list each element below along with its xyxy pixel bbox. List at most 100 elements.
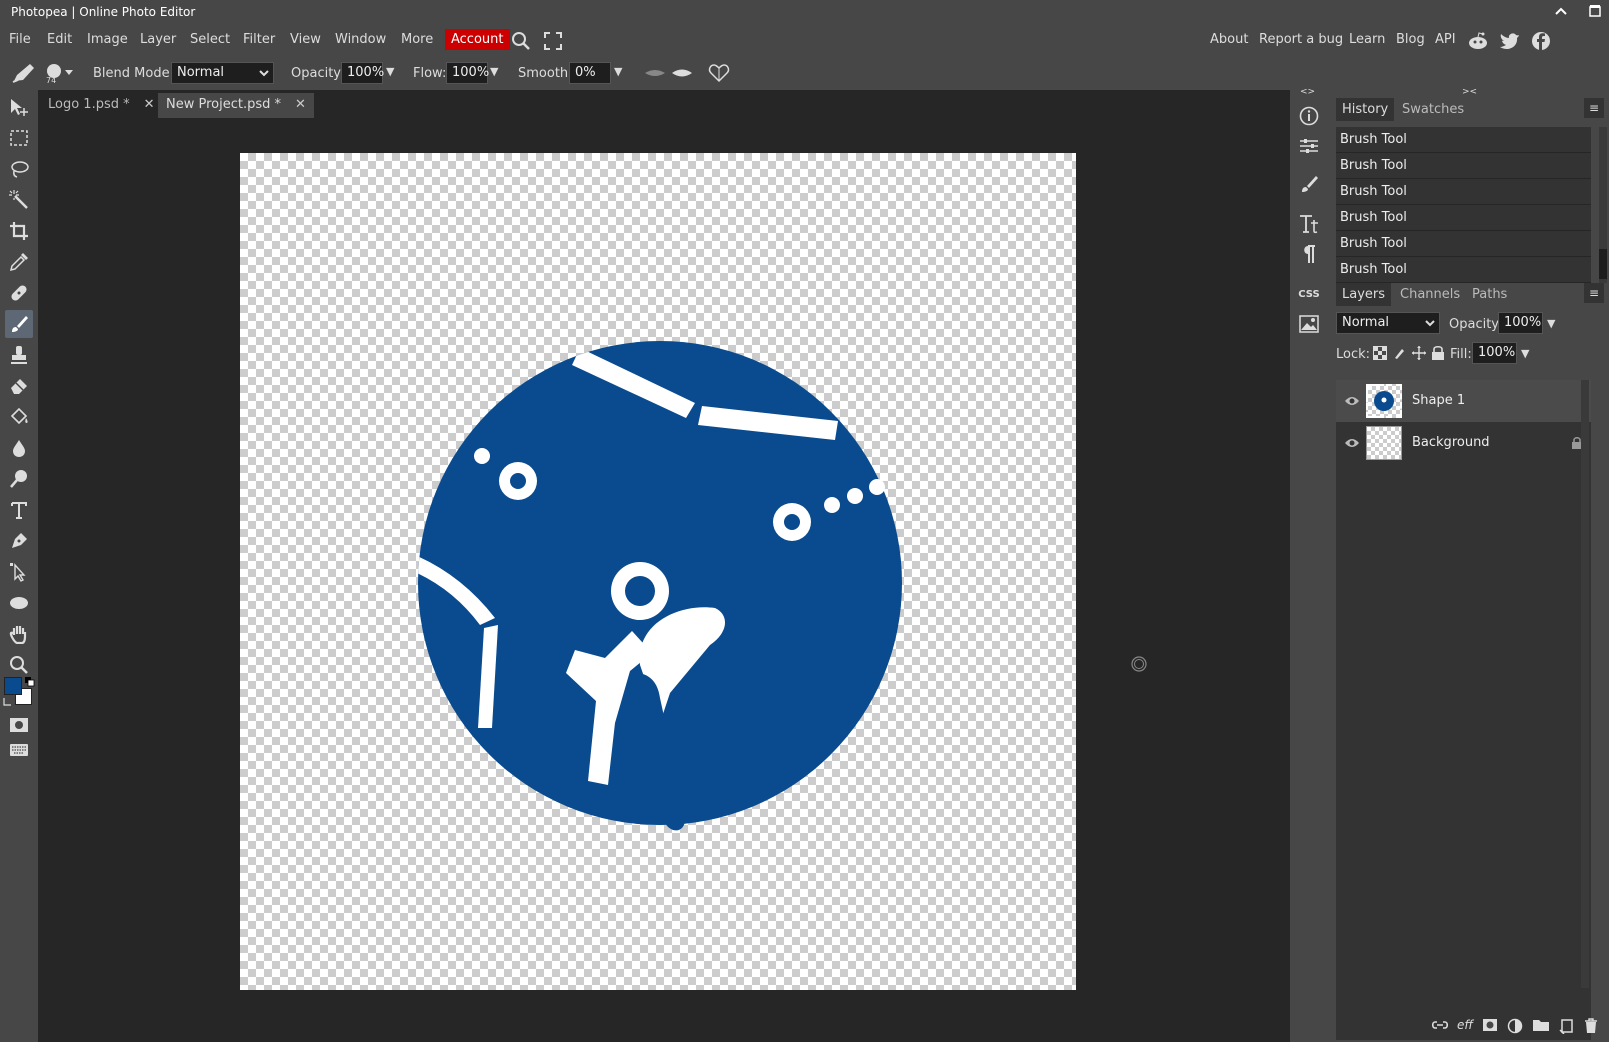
menu-image[interactable]: Image <box>87 32 128 47</box>
magic-wand-tool[interactable] <box>5 186 33 214</box>
history-item[interactable]: Brush Tool <box>1336 257 1591 283</box>
api-link[interactable]: API <box>1435 32 1456 47</box>
dodge-tool[interactable] <box>5 465 33 493</box>
image-panel-button[interactable] <box>1294 310 1324 338</box>
healing-brush-tool[interactable] <box>5 279 33 307</box>
flow-dropdown-icon[interactable]: ▼ <box>490 65 498 78</box>
symmetry-heart-icon[interactable] <box>708 63 730 83</box>
ellipse-tool[interactable] <box>5 589 33 617</box>
layer-mask-icon[interactable] <box>1482 1018 1498 1032</box>
brush-tool[interactable] <box>5 310 33 338</box>
history-panel-menu-icon[interactable]: ≡ <box>1584 98 1604 118</box>
history-item[interactable]: Brush Tool <box>1336 153 1591 179</box>
layer-row-shape-1[interactable]: Shape 1 <box>1336 380 1591 422</box>
visibility-eye-icon[interactable] <box>1344 437 1360 449</box>
eraser-tool[interactable] <box>5 372 33 400</box>
menu-edit[interactable]: Edit <box>47 32 72 47</box>
crop-tool[interactable] <box>5 217 33 245</box>
marquee-tool[interactable] <box>5 124 33 152</box>
twitter-icon[interactable] <box>1500 32 1520 50</box>
brush-tool-preset-icon[interactable] <box>11 62 37 84</box>
opacity-input[interactable]: 100% <box>341 62 384 84</box>
info-panel-button[interactable] <box>1294 102 1324 130</box>
smooth-input[interactable]: 0% <box>569 62 611 84</box>
history-item[interactable]: Brush Tool <box>1336 127 1591 153</box>
tab-history[interactable]: History <box>1336 98 1395 121</box>
fullscreen-icon[interactable] <box>544 32 562 50</box>
document-tab[interactable]: Logo 1.psd * ✕ <box>40 93 163 118</box>
paint-bucket-tool[interactable] <box>5 403 33 431</box>
lock-all-icon[interactable] <box>1431 345 1445 361</box>
visibility-eye-icon[interactable] <box>1344 395 1360 407</box>
history-scroll-thumb[interactable] <box>1599 249 1607 279</box>
menu-more[interactable]: More <box>401 32 433 47</box>
facebook-icon[interactable] <box>1531 31 1551 51</box>
layers-panel-menu-icon[interactable]: ≡ <box>1584 283 1604 303</box>
quick-mask-button[interactable] <box>5 711 33 739</box>
tab-layers[interactable]: Layers <box>1336 283 1392 306</box>
history-item[interactable]: Brush Tool <box>1336 231 1591 257</box>
layers-scrollbar[interactable] <box>1581 380 1589 988</box>
tab-paths[interactable]: Paths <box>1466 283 1513 306</box>
history-item[interactable]: Brush Tool <box>1336 179 1591 205</box>
keyboard-button[interactable] <box>5 736 33 764</box>
swap-colors-icon[interactable] <box>3 697 13 707</box>
lock-pixels-icon[interactable] <box>1393 346 1407 360</box>
menu-filter[interactable]: Filter <box>243 32 275 47</box>
link-layers-icon[interactable] <box>1432 1018 1448 1032</box>
layer-effects-icon[interactable]: eff <box>1457 1018 1473 1034</box>
menu-view[interactable]: View <box>290 32 321 47</box>
search-icon[interactable] <box>511 31 531 51</box>
flow-input[interactable]: 100% <box>446 62 489 84</box>
opacity-dropdown-icon[interactable]: ▼ <box>386 65 394 78</box>
adjustments-panel-button[interactable] <box>1294 132 1324 160</box>
account-button[interactable]: Account <box>445 29 510 50</box>
blur-tool[interactable] <box>5 434 33 462</box>
hand-tool[interactable] <box>5 620 33 648</box>
menu-layer[interactable]: Layer <box>140 32 176 47</box>
eyedropper-tool[interactable] <box>5 248 33 276</box>
maximize-icon[interactable] <box>1587 3 1603 19</box>
learn-link[interactable]: Learn <box>1349 32 1385 47</box>
menu-window[interactable]: Window <box>335 32 386 47</box>
folder-icon[interactable] <box>1532 1018 1550 1032</box>
paragraph-panel-button[interactable] <box>1294 240 1324 268</box>
foreground-color-swatch[interactable] <box>4 677 22 695</box>
close-tab-icon[interactable]: ✕ <box>144 97 155 112</box>
tab-swatches[interactable]: Swatches <box>1396 98 1470 121</box>
layer-blend-mode-select[interactable]: Normal <box>1336 312 1440 334</box>
collapse-strip-icon[interactable]: <> <box>1300 87 1315 97</box>
report-bug-link[interactable]: Report a bug <box>1259 32 1343 47</box>
move-tool[interactable] <box>5 93 33 121</box>
new-layer-icon[interactable] <box>1559 1018 1575 1034</box>
layer-row-background[interactable]: Background <box>1336 422 1591 464</box>
pen-tool[interactable] <box>5 527 33 555</box>
adjustment-layer-icon[interactable] <box>1507 1018 1523 1034</box>
zoom-tool[interactable] <box>5 651 33 679</box>
delete-layer-icon[interactable] <box>1584 1018 1598 1034</box>
collapse-panels-icon[interactable]: >< <box>1462 87 1477 97</box>
fill-input[interactable]: 100% <box>1472 342 1517 364</box>
about-link[interactable]: About <box>1210 32 1248 47</box>
lock-transparency-icon[interactable] <box>1373 346 1387 360</box>
layer-opacity-input[interactable]: 100% <box>1498 312 1543 334</box>
css-panel-button[interactable]: CSS <box>1294 280 1324 308</box>
lock-position-icon[interactable] <box>1411 345 1427 361</box>
history-item[interactable]: Brush Tool <box>1336 205 1591 231</box>
type-tool[interactable] <box>5 496 33 524</box>
smooth-dropdown-icon[interactable]: ▼ <box>614 65 622 78</box>
layer-opacity-dropdown-icon[interactable]: ▼ <box>1547 317 1555 330</box>
brush-panel-button[interactable] <box>1294 170 1324 198</box>
menu-file[interactable]: File <box>9 32 31 47</box>
blog-link[interactable]: Blog <box>1396 32 1425 47</box>
clone-stamp-tool[interactable] <box>5 341 33 369</box>
reddit-icon[interactable] <box>1467 31 1489 51</box>
path-selection-tool[interactable] <box>5 558 33 586</box>
lasso-tool[interactable] <box>5 155 33 183</box>
pressure-size-icon[interactable] <box>671 67 693 79</box>
blend-mode-select[interactable]: Normal <box>171 62 274 84</box>
tab-channels[interactable]: Channels <box>1394 283 1466 306</box>
default-colors-icon[interactable] <box>25 677 35 687</box>
collapse-icon[interactable] <box>1553 3 1569 19</box>
document-canvas[interactable] <box>240 153 1076 990</box>
